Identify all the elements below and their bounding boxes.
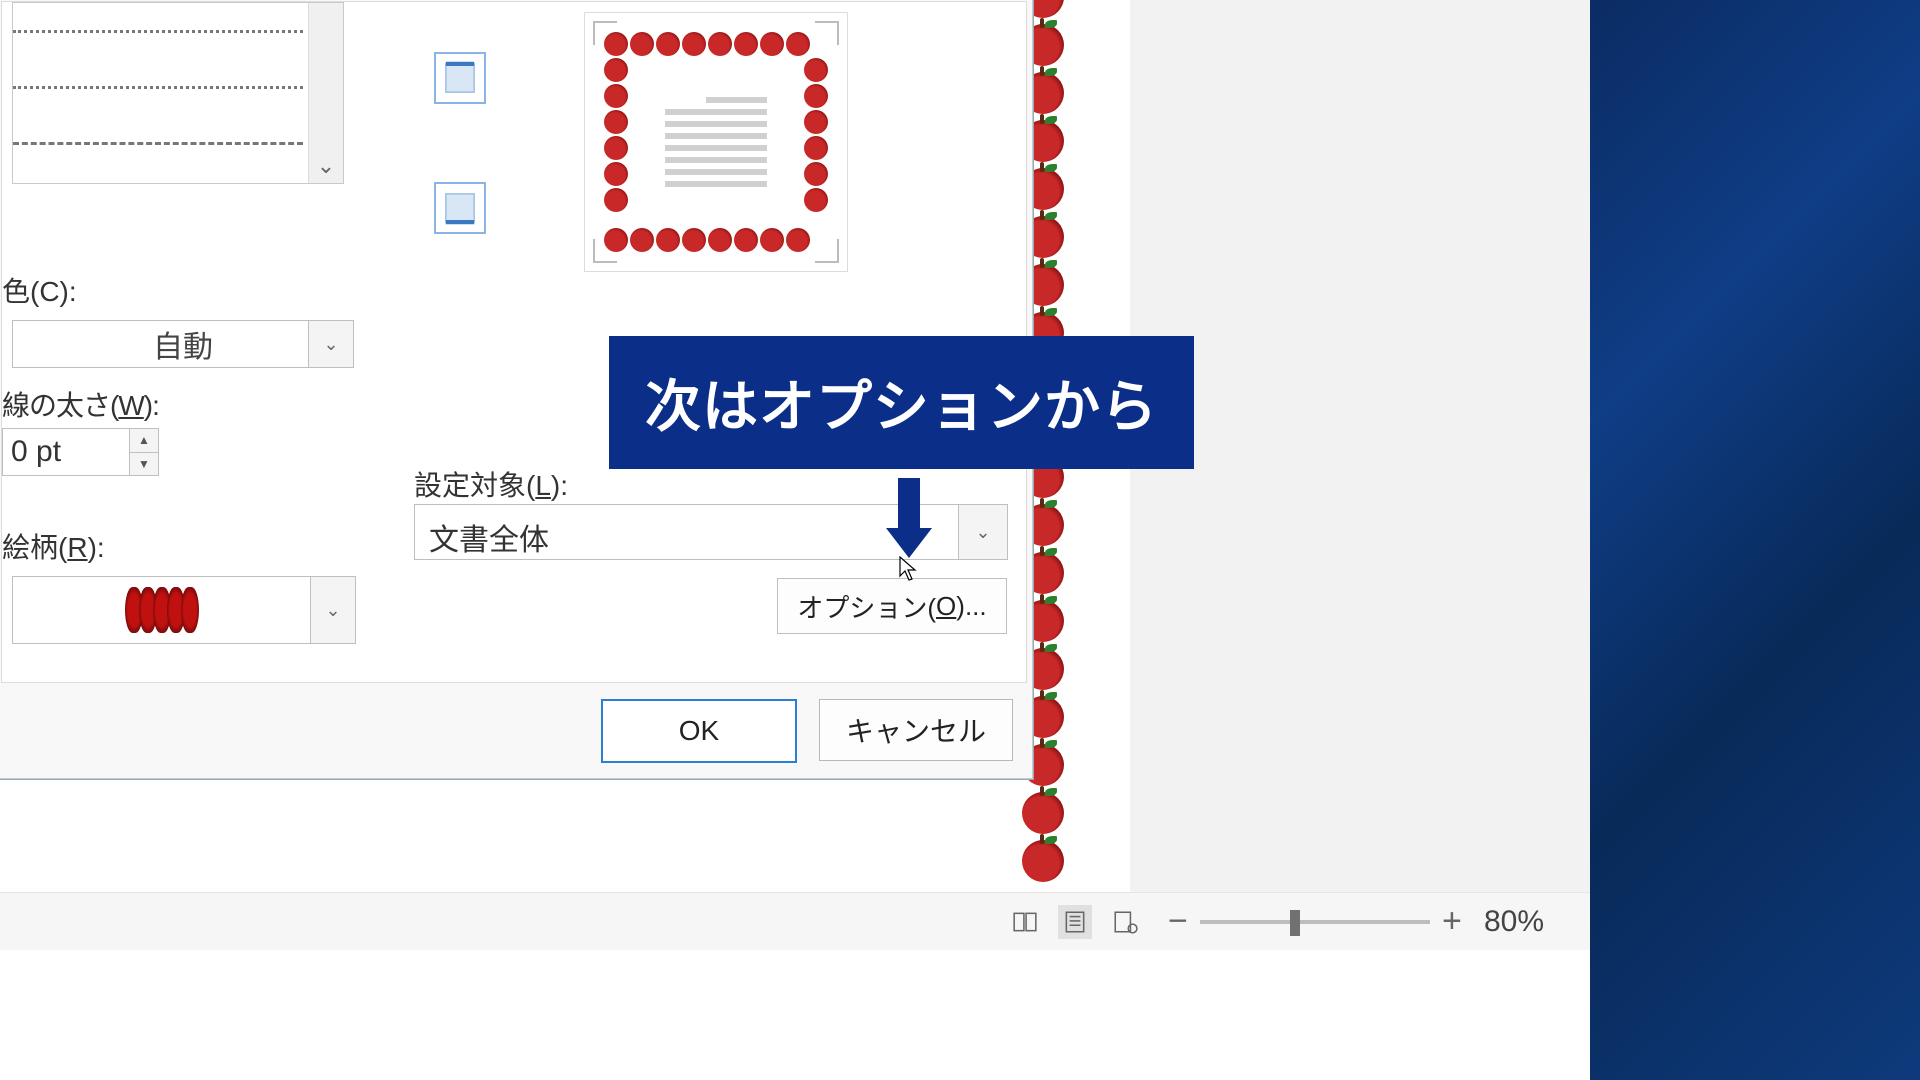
width-label: 線の太さ(W): <box>2 384 159 424</box>
scrollbar-down-icon[interactable]: ⌄ <box>308 3 343 183</box>
zoom-level-label[interactable]: 80% <box>1484 905 1544 939</box>
view-print-layout-icon[interactable] <box>1058 905 1092 939</box>
border-preset-bottom[interactable] <box>434 182 486 234</box>
desktop-background <box>1590 0 1920 1080</box>
options-button[interactable]: オプション(O)... <box>777 578 1007 634</box>
art-dropdown-arrow[interactable]: ⌄ <box>310 576 356 644</box>
spin-up-icon[interactable]: ▲ <box>130 429 158 452</box>
border-preset-top[interactable] <box>434 52 486 104</box>
chevron-down-icon: ⌄ <box>958 505 1007 559</box>
zoom-slider[interactable] <box>1200 920 1430 924</box>
apply-to-value: 文書全体 <box>429 515 549 559</box>
width-value: 0 pt <box>3 435 61 469</box>
apply-to-label: 設定対象(L): <box>414 464 568 504</box>
chevron-down-icon: ⌄ <box>308 321 353 367</box>
color-value: 自動 <box>153 322 213 366</box>
art-dropdown[interactable] <box>12 576 312 644</box>
tutorial-callout: 次はオプションから <box>609 336 1194 469</box>
art-label: 絵柄(R): <box>2 526 105 566</box>
color-dropdown[interactable]: 自動 ⌄ <box>12 320 354 368</box>
chevron-down-icon: ⌄ <box>311 577 355 643</box>
color-label: 色(C): <box>2 270 77 310</box>
status-bar: − + 80% <box>0 892 1590 950</box>
width-spinner[interactable]: 0 pt ▲▼ <box>2 428 159 476</box>
spin-down-icon[interactable]: ▼ <box>130 452 158 476</box>
zoom-in-button[interactable]: + <box>1438 902 1466 941</box>
cursor-icon <box>898 556 920 584</box>
cancel-button[interactable]: キャンセル <box>819 699 1013 761</box>
ok-button[interactable]: OK <box>601 699 797 763</box>
view-web-layout-icon[interactable] <box>1108 905 1142 939</box>
zoom-out-button[interactable]: − <box>1164 902 1192 941</box>
border-style-list[interactable]: ⌄ <box>12 2 344 184</box>
tutorial-arrow-icon <box>886 478 932 566</box>
view-read-mode-icon[interactable] <box>1008 905 1042 939</box>
border-preview <box>584 12 848 272</box>
